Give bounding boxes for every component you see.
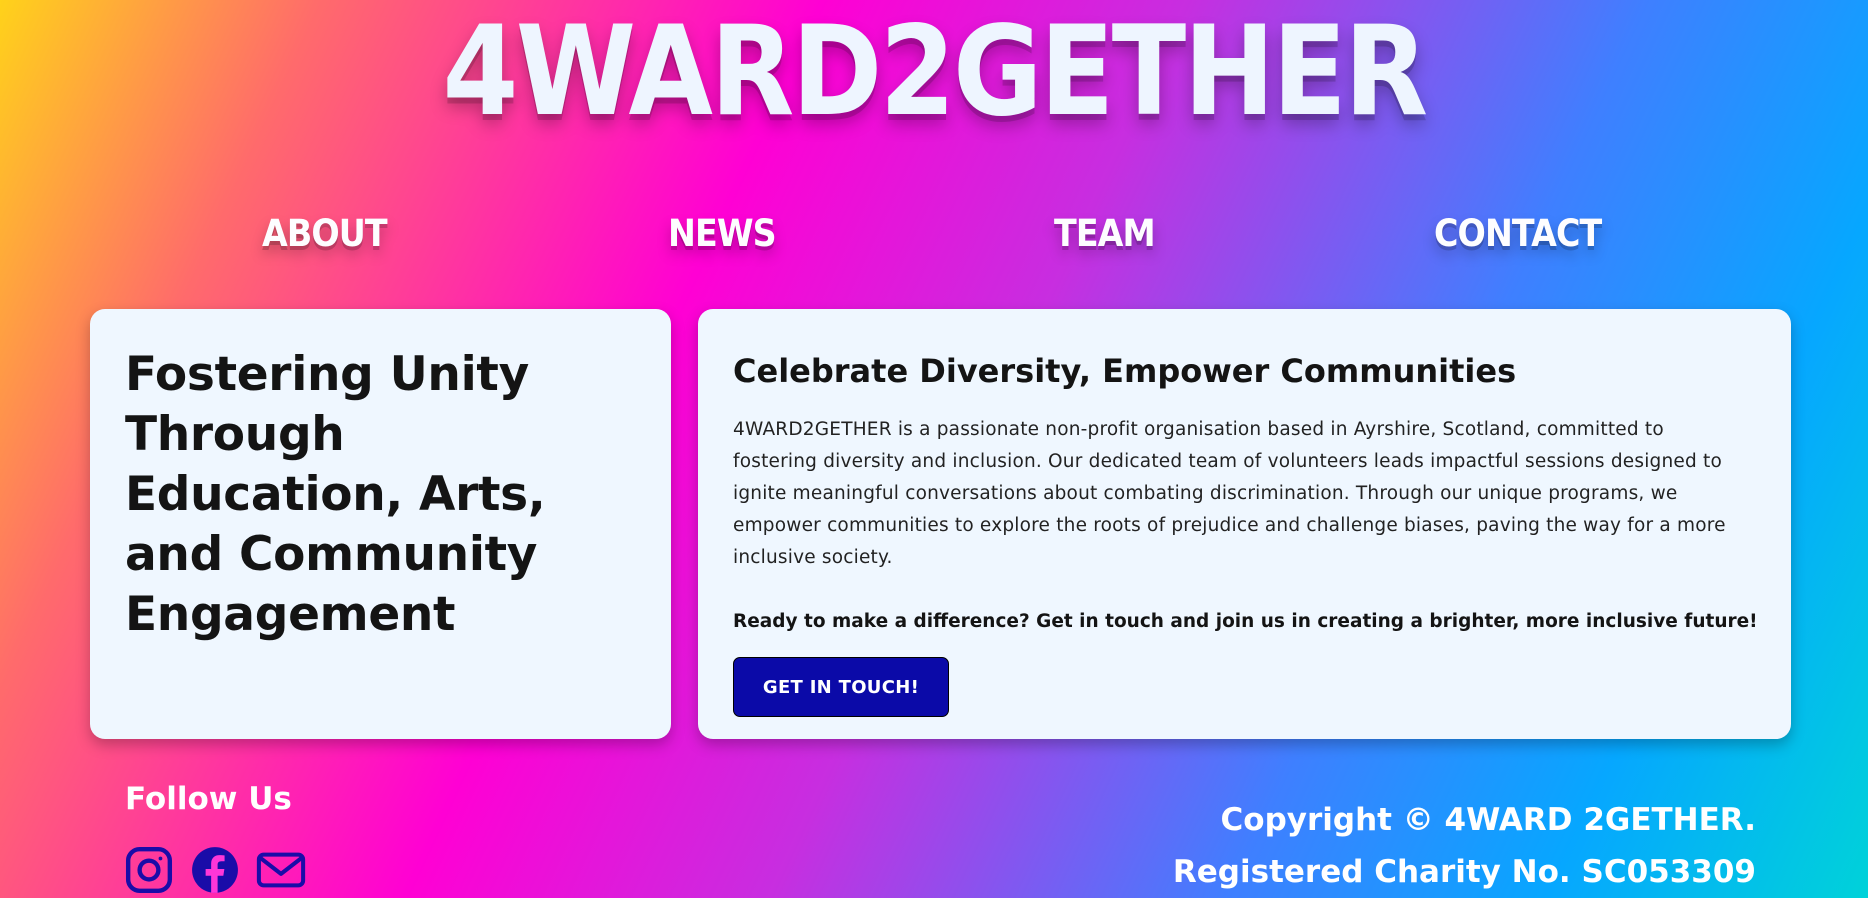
- intro-title: Celebrate Diversity, Empower Communities: [733, 352, 1517, 390]
- intro-card: Celebrate Diversity, Empower Communities…: [698, 309, 1791, 739]
- hero-headline: Fostering Unity Through Education, Arts,…: [125, 347, 546, 642]
- charity-number: Registered Charity No. SC053309: [1172, 854, 1756, 890]
- email-icon[interactable]: [256, 845, 306, 895]
- cta-message: Ready to make a difference? Get in touch…: [733, 611, 1758, 632]
- follow-us-heading: Follow Us: [125, 781, 292, 817]
- nav-link-contact[interactable]: CONTACT: [1434, 212, 1602, 255]
- main-navigation: ABOUT NEWS TEAM CONTACT: [0, 212, 1868, 272]
- facebook-icon[interactable]: [190, 845, 240, 895]
- nav-link-news[interactable]: NEWS: [668, 212, 777, 255]
- instagram-icon[interactable]: [124, 845, 174, 895]
- copyright-line: Copyright © 4WARD 2GETHER.: [1220, 802, 1756, 838]
- copyright-notice: Copyright © 4WARD 2GETHER. Registered Ch…: [1173, 794, 1756, 898]
- hero-card: Fostering Unity Through Education, Arts,…: [90, 309, 671, 739]
- intro-description: 4WARD2GETHER is a passionate non-profit …: [733, 419, 1726, 568]
- social-links: [124, 844, 306, 896]
- nav-link-about[interactable]: ABOUT: [262, 212, 388, 255]
- site-logo[interactable]: 4WARD2GETHER: [112, 10, 1756, 134]
- get-in-touch-button[interactable]: GET IN TOUCH!: [733, 657, 949, 717]
- nav-link-team[interactable]: TEAM: [1054, 212, 1156, 255]
